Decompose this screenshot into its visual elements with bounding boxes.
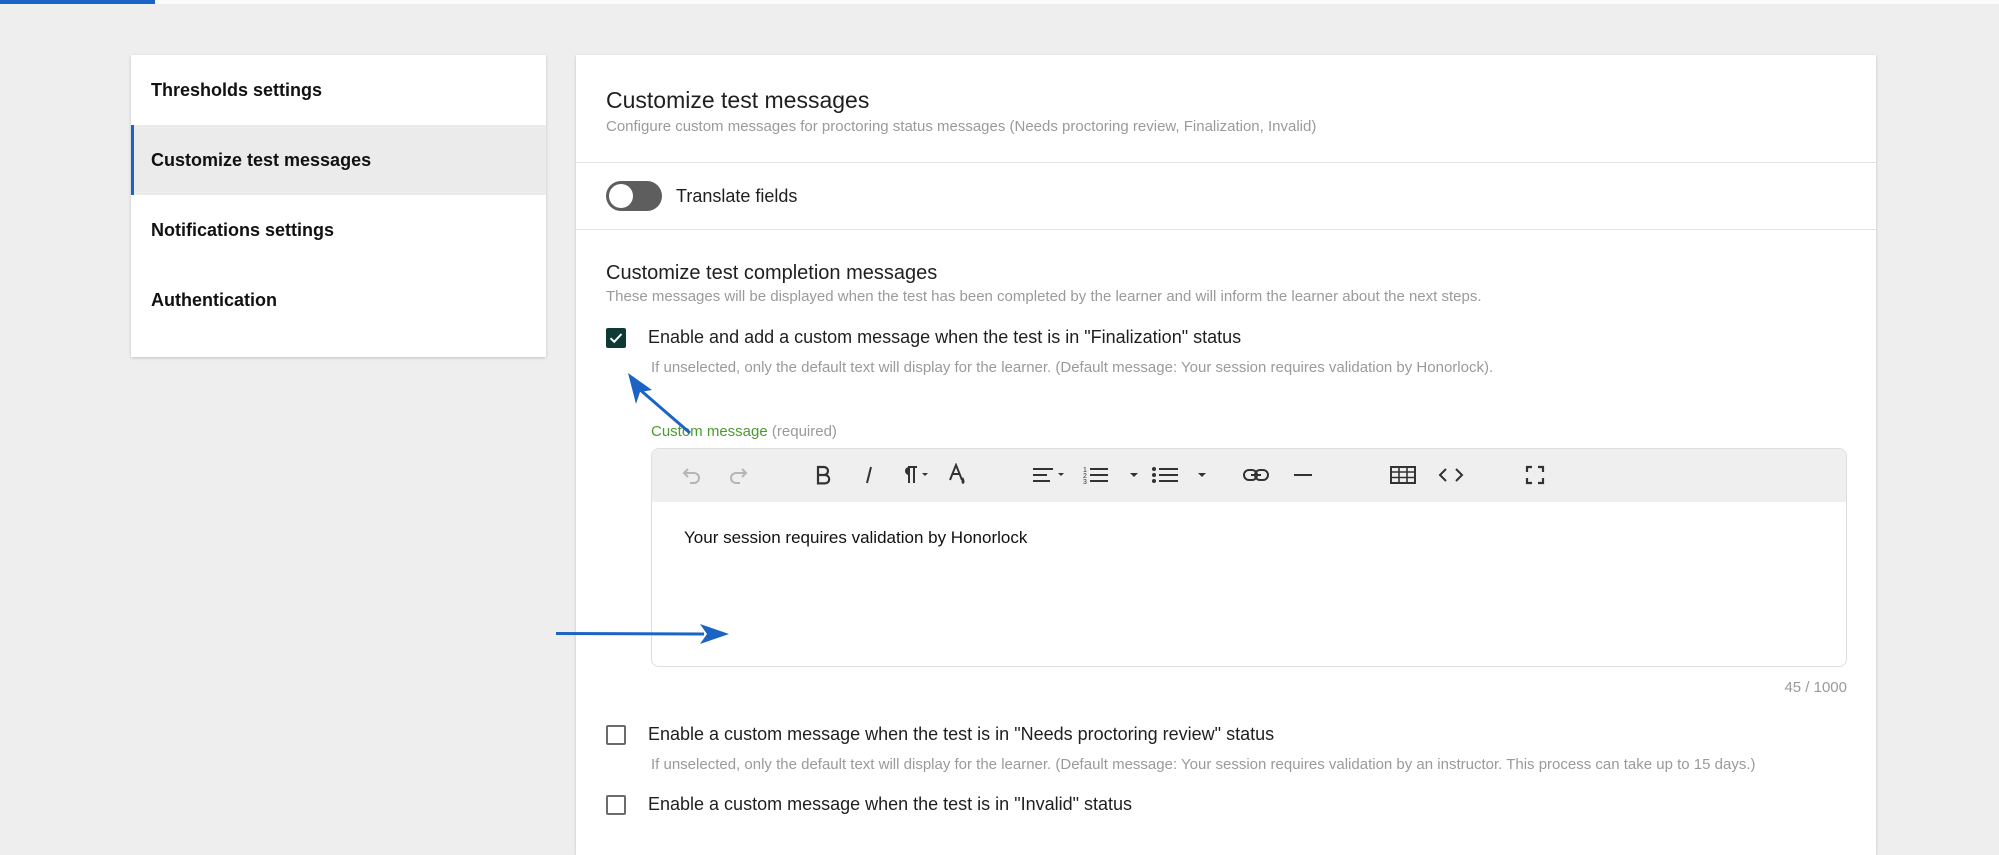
panel-header: Customize test messages Configure custom… <box>576 55 1876 163</box>
annotation-arrow-up <box>628 373 691 435</box>
top-progress-bar <box>0 0 155 4</box>
italic-icon[interactable] <box>856 462 882 488</box>
completion-messages-section: Customize test completion messages These… <box>576 230 1876 815</box>
sidebar-item-label: Notifications settings <box>151 219 335 240</box>
invalid-row: Enable a custom message when the test is… <box>606 794 1846 815</box>
ordered-list-icon[interactable]: 123 <box>1082 462 1116 488</box>
translate-row: Translate fields <box>576 163 1876 230</box>
sidebar-item-customize-test-messages[interactable]: Customize test messages <box>131 125 546 195</box>
undo-icon[interactable] <box>676 462 706 488</box>
sidebar-item-label: Customize test messages <box>151 149 372 170</box>
code-icon[interactable] <box>1434 462 1468 488</box>
invalid-label: Enable a custom message when the test is… <box>648 794 1133 814</box>
unordered-list-icon[interactable] <box>1149 462 1183 488</box>
finalization-helper-text: If unselected, only the default text wil… <box>651 359 1494 376</box>
finalization-label: Enable and add a custom message when the… <box>648 327 1242 347</box>
page-title: Customize test messages <box>606 87 870 113</box>
ordered-list-dropdown-icon[interactable] <box>1124 462 1144 488</box>
sidebar-item-thresholds[interactable]: Thresholds settings <box>131 55 546 125</box>
required-hint: (required) <box>771 423 837 440</box>
finalization-checkbox[interactable] <box>606 327 626 348</box>
horizontal-rule-icon[interactable] <box>1288 462 1318 488</box>
fullscreen-icon[interactable] <box>1518 462 1552 488</box>
editor-text: Your session requires validation by Hono… <box>684 528 1028 547</box>
needs-review-row: Enable a custom message when the test is… <box>606 724 1846 745</box>
custom-message-label: Custom message (required) <box>651 423 1846 440</box>
editor-content[interactable]: Your session requires validation by Hono… <box>652 502 1846 574</box>
sidebar-item-authentication[interactable]: Authentication <box>131 265 546 335</box>
unordered-list-dropdown-icon[interactable] <box>1192 462 1212 488</box>
character-counter: 45 / 1000 <box>1784 679 1847 696</box>
sidebar-item-notifications[interactable]: Notifications settings <box>131 195 546 265</box>
section-title: Customize test completion messages <box>606 262 938 284</box>
bold-icon[interactable] <box>810 462 836 488</box>
custom-message-editor: 123 Your session requires validation by … <box>651 448 1847 667</box>
top-bar-track <box>155 0 1999 4</box>
finalization-row: Enable and add a custom message when the… <box>606 327 1846 348</box>
page-subtitle: Configure custom messages for proctoring… <box>606 118 1317 135</box>
link-icon[interactable] <box>1239 462 1273 488</box>
translate-fields-toggle[interactable] <box>606 181 662 211</box>
table-icon[interactable] <box>1386 462 1420 488</box>
settings-sidebar: Thresholds settings Customize test messa… <box>131 55 546 357</box>
editor-toolbar: 123 <box>652 449 1846 502</box>
redo-icon[interactable] <box>724 462 754 488</box>
paragraph-icon[interactable] <box>897 462 937 488</box>
annotation-arrow-right <box>555 624 729 644</box>
sidebar-item-label: Thresholds settings <box>151 79 323 100</box>
text-color-icon[interactable] <box>944 462 970 488</box>
svg-text:3: 3 <box>1083 479 1087 486</box>
section-subtitle: These messages will be displayed when th… <box>606 288 1482 305</box>
needs-review-checkbox[interactable] <box>606 724 626 745</box>
needs-review-helper-text: If unselected, only the default text wil… <box>651 756 1756 773</box>
check-icon <box>609 332 623 343</box>
translate-fields-label: Translate fields <box>676 185 798 206</box>
needs-review-label: Enable a custom message when the test is… <box>648 724 1275 744</box>
sidebar-item-label: Authentication <box>151 289 277 310</box>
main-panel: Customize test messages Configure custom… <box>576 55 1876 855</box>
invalid-checkbox[interactable] <box>606 794 626 815</box>
align-icon[interactable] <box>1030 462 1072 488</box>
toggle-knob <box>609 184 633 208</box>
